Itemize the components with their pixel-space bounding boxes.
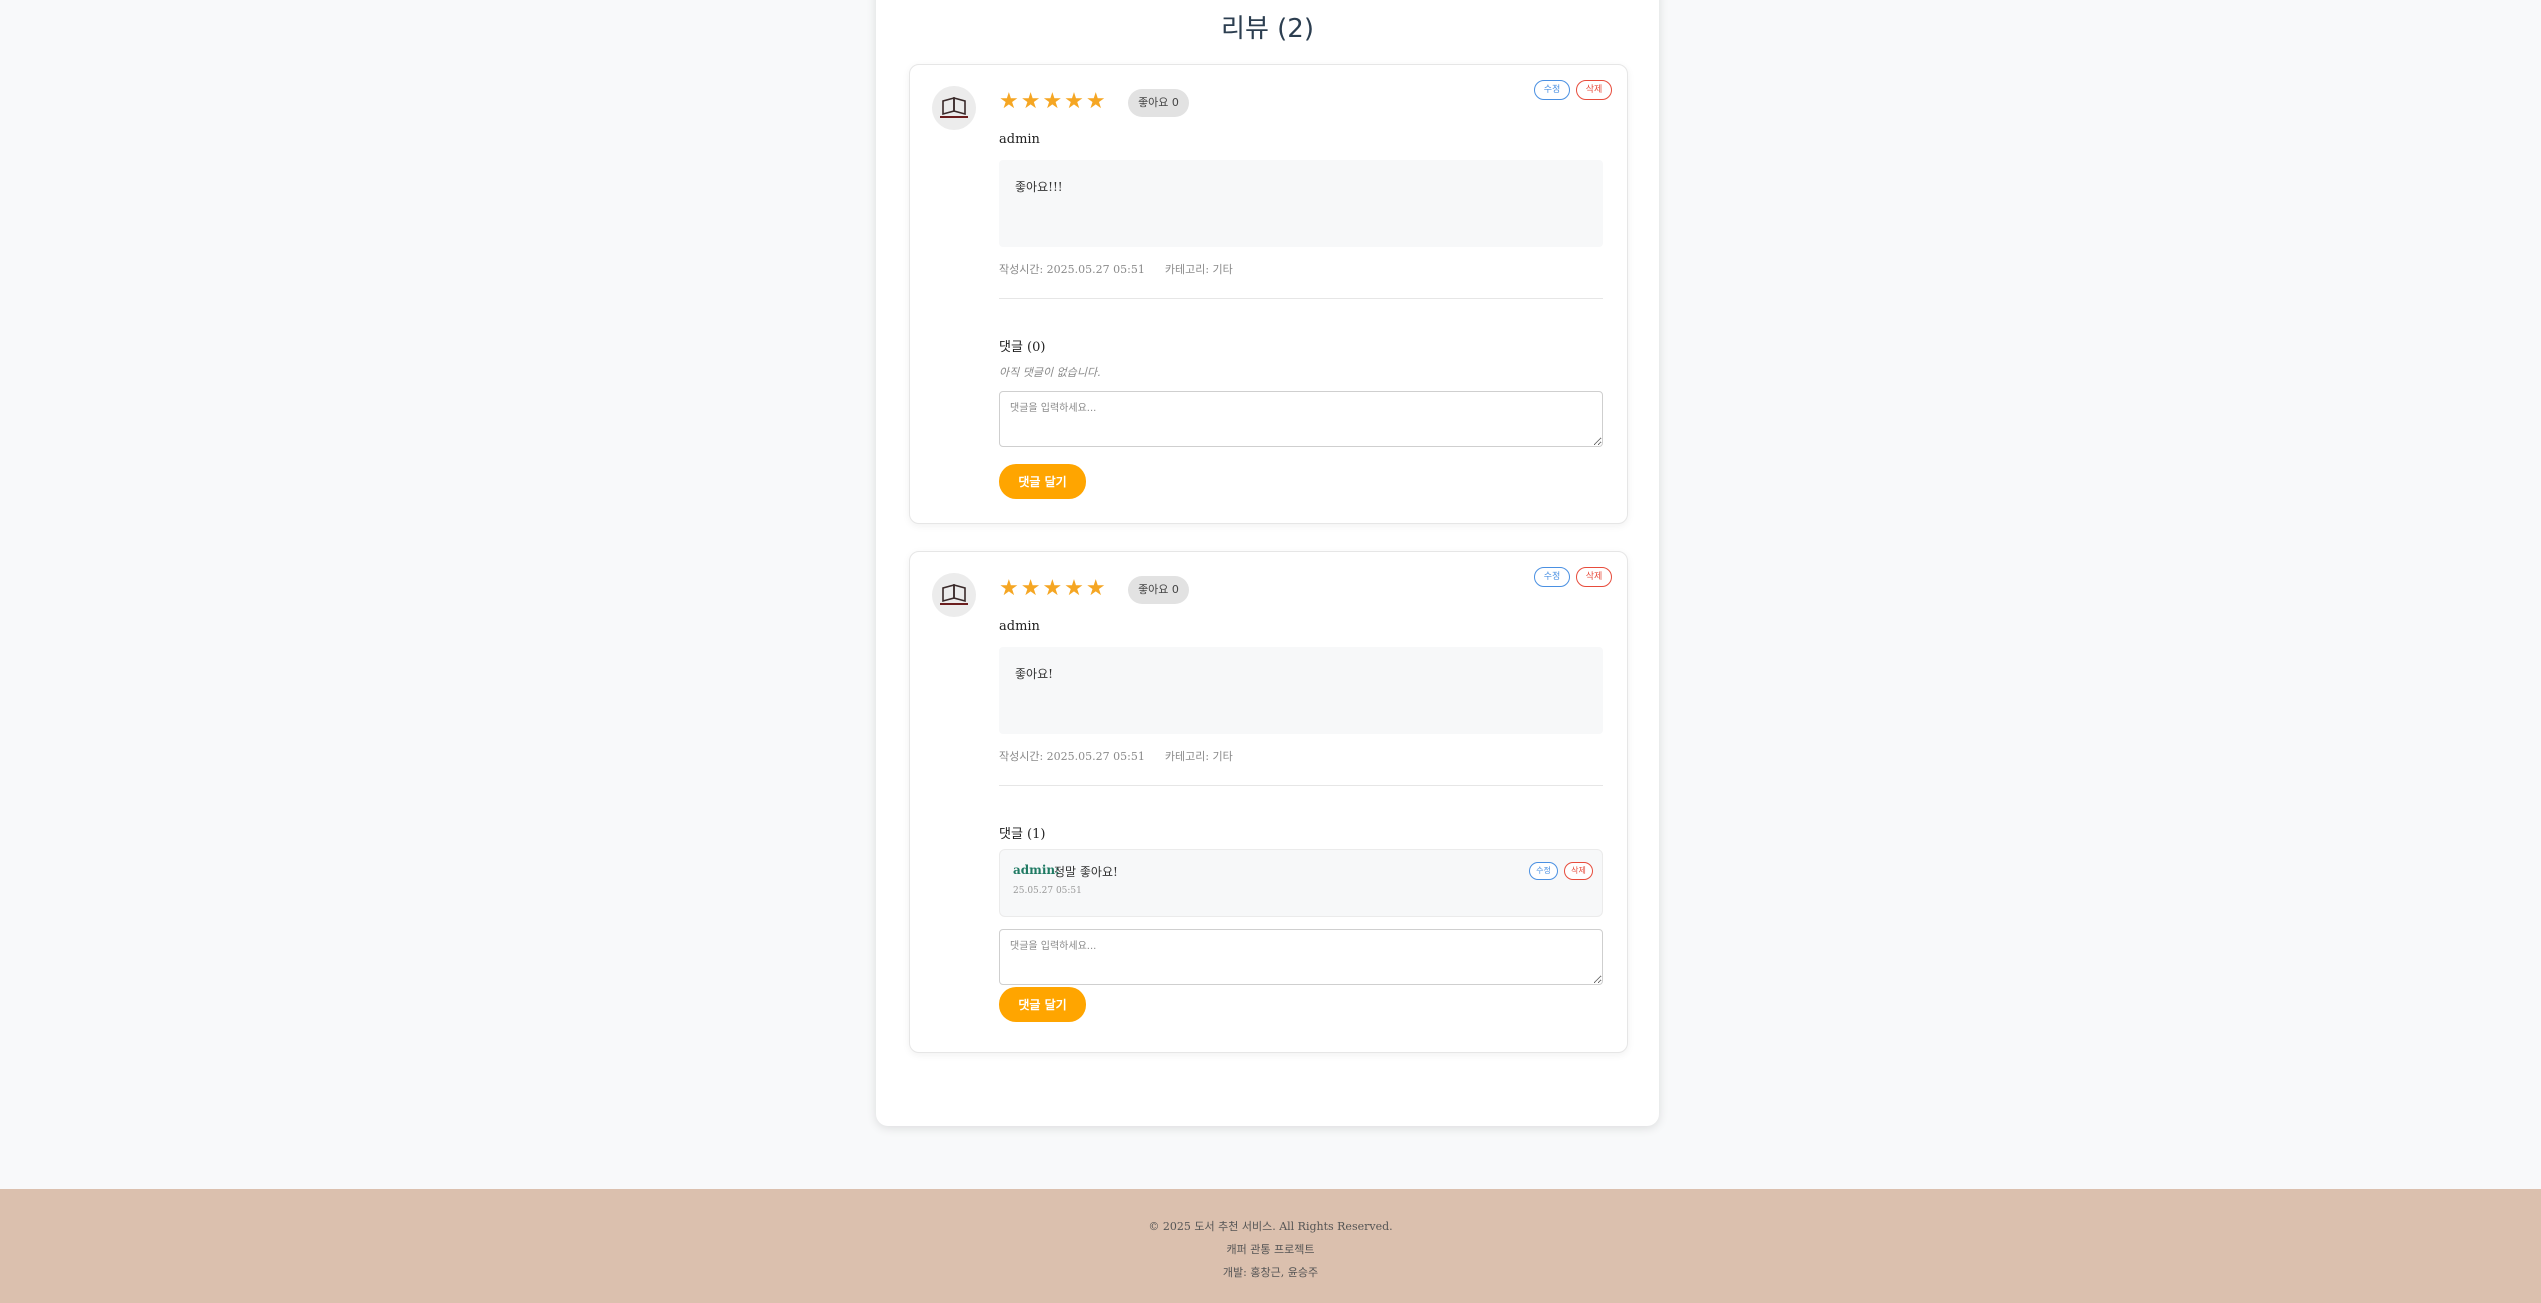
- submit-comment-button[interactable]: 댓글 달기: [999, 987, 1086, 1022]
- review-content: 좋아요!!!: [999, 160, 1603, 247]
- footer-project: 캐퍼 관통 프로젝트: [1226, 1243, 1315, 1256]
- comment-input[interactable]: [999, 391, 1603, 447]
- delete-review-button[interactable]: 삭제: [1576, 567, 1612, 587]
- review-meta: 작성시간: 2025.05.27 05:51 카테고리: 기타: [999, 261, 1233, 277]
- divider: [999, 298, 1603, 299]
- like-button[interactable]: 좋아요 0: [1128, 89, 1189, 117]
- review-category: 카테고리: 기타: [1164, 750, 1233, 763]
- submit-comment-button[interactable]: 댓글 달기: [999, 464, 1086, 499]
- like-button[interactable]: 좋아요 0: [1128, 576, 1189, 604]
- footer-copyright: © 2025 도서 추천 서비스. All Rights Reserved.: [1148, 1220, 1393, 1233]
- delete-comment-button[interactable]: 삭제: [1564, 862, 1593, 880]
- rating-stars: ★★★★★: [999, 576, 1108, 601]
- rating-stars: ★★★★★: [999, 89, 1108, 114]
- open-book-icon: [940, 96, 968, 118]
- comment-author: admin:: [1013, 863, 1060, 877]
- avatar: [932, 573, 976, 617]
- reviews-panel: 리뷰 (2) ★★★★★ 좋아요 0 수정 삭제 admin 좋아요!!! 작성…: [876, 0, 1659, 1126]
- comment-item: admin: 정말 좋아요! 25.05.27 05:51 수정 삭제: [999, 849, 1603, 917]
- reviews-title: 리뷰 (2): [1221, 14, 1314, 44]
- review-created-at: 작성시간: 2025.05.27 05:51: [999, 750, 1145, 763]
- delete-review-button[interactable]: 삭제: [1576, 80, 1612, 100]
- review-content: 좋아요!: [999, 647, 1603, 734]
- review-card: ★★★★★ 좋아요 0 수정 삭제 admin 좋아요! 작성시간: 2025.…: [909, 551, 1628, 1053]
- comment-input[interactable]: [999, 929, 1603, 985]
- review-created-at: 작성시간: 2025.05.27 05:51: [999, 263, 1145, 276]
- divider: [999, 785, 1603, 786]
- review-meta: 작성시간: 2025.05.27 05:51 카테고리: 기타: [999, 748, 1233, 764]
- edit-review-button[interactable]: 수정: [1534, 80, 1570, 100]
- open-book-icon: [940, 583, 968, 605]
- review-card: ★★★★★ 좋아요 0 수정 삭제 admin 좋아요!!! 작성시간: 202…: [909, 64, 1628, 524]
- review-author: admin: [999, 132, 1040, 147]
- avatar: [932, 86, 976, 130]
- edit-comment-button[interactable]: 수정: [1529, 862, 1558, 880]
- footer-developers: 개발: 홍창근, 윤승주: [1222, 1266, 1319, 1279]
- comment-time: 25.05.27 05:51: [1013, 886, 1082, 896]
- review-category: 카테고리: 기타: [1164, 263, 1233, 276]
- edit-review-button[interactable]: 수정: [1534, 567, 1570, 587]
- review-author: admin: [999, 619, 1040, 634]
- comments-title: 댓글 (1): [999, 827, 1046, 842]
- no-comments-text: 아직 댓글이 없습니다.: [999, 366, 1101, 379]
- footer: © 2025 도서 추천 서비스. All Rights Reserved. 캐…: [0, 1189, 2541, 1303]
- comment-text: 정말 좋아요!: [1054, 865, 1118, 879]
- comments-title: 댓글 (0): [999, 340, 1046, 355]
